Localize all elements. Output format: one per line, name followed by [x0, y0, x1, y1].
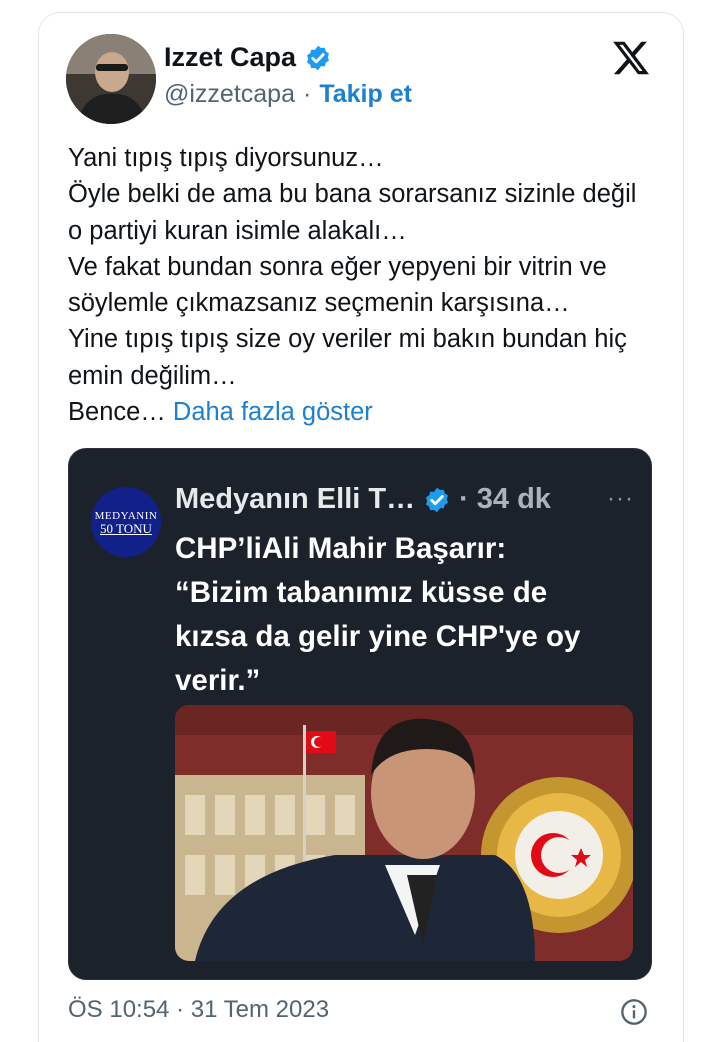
- quoted-line: CHP’liAli Mahir Başarır:: [175, 532, 507, 565]
- tweet-line: Bence…: [68, 398, 166, 427]
- quoted-photo: [175, 705, 633, 961]
- tweet-text: Yani tıpış tıpış diyorsunuz… Öyle belki …: [68, 140, 668, 430]
- quoted-avatar-text: 50 TONU: [100, 521, 152, 536]
- quoted-account-name: Medyanın Elli T…: [175, 483, 416, 515]
- tweet-line: Yani tıpış tıpış diyorsunuz…: [68, 144, 384, 172]
- quoted-account-avatar: MEDYANIN 50 TONU: [91, 487, 161, 557]
- verified-badge-icon: [426, 487, 449, 512]
- tweet-line: o partiyi kuran isimle alakalı…: [68, 216, 407, 245]
- tweet-line: Yine tıpış tıpış size oy veriler mi bakı…: [68, 325, 627, 354]
- author-avatar[interactable]: [66, 34, 156, 124]
- quoted-line: “Bizim tabanımız küsse de: [175, 576, 548, 609]
- quoted-line: kızsa da gelir yine CHP'ye oy: [175, 620, 581, 653]
- quoted-text: CHP’liAli Mahir Başarır: “Bizim tabanımı…: [175, 527, 645, 703]
- tweet-line: emin değilim…: [68, 361, 237, 390]
- tweet-line: söylemle çıkmazsanız seçmenin karşısına…: [68, 289, 570, 318]
- tweet-timestamp[interactable]: ÖS 10:54 · 31 Tem 2023: [68, 996, 329, 1024]
- x-logo-icon[interactable]: [610, 38, 652, 78]
- handle-separator: ·: [303, 80, 312, 108]
- author-handle[interactable]: @izzetcapa: [164, 80, 295, 109]
- more-options-icon: ···: [607, 485, 634, 512]
- quoted-tweet-image[interactable]: MEDYANIN 50 TONU Medyanın Elli T… · 34 d…: [68, 448, 652, 980]
- quoted-separator: ·: [459, 483, 469, 515]
- follow-button[interactable]: Takip et: [319, 80, 412, 109]
- quoted-time: 34 dk: [476, 483, 551, 515]
- show-more-link[interactable]: Daha fazla göster: [173, 398, 373, 426]
- info-icon[interactable]: [620, 998, 648, 1026]
- verified-badge-icon: [307, 45, 330, 70]
- author-name[interactable]: Izzet Capa: [164, 42, 296, 73]
- quoted-line: verir.”: [175, 664, 261, 697]
- tweet-line: Ve fakat bundan sonra eğer yepyeni bir v…: [68, 252, 607, 281]
- tweet-line: Öyle belki de ama bu bana sorarsanız siz…: [68, 180, 637, 209]
